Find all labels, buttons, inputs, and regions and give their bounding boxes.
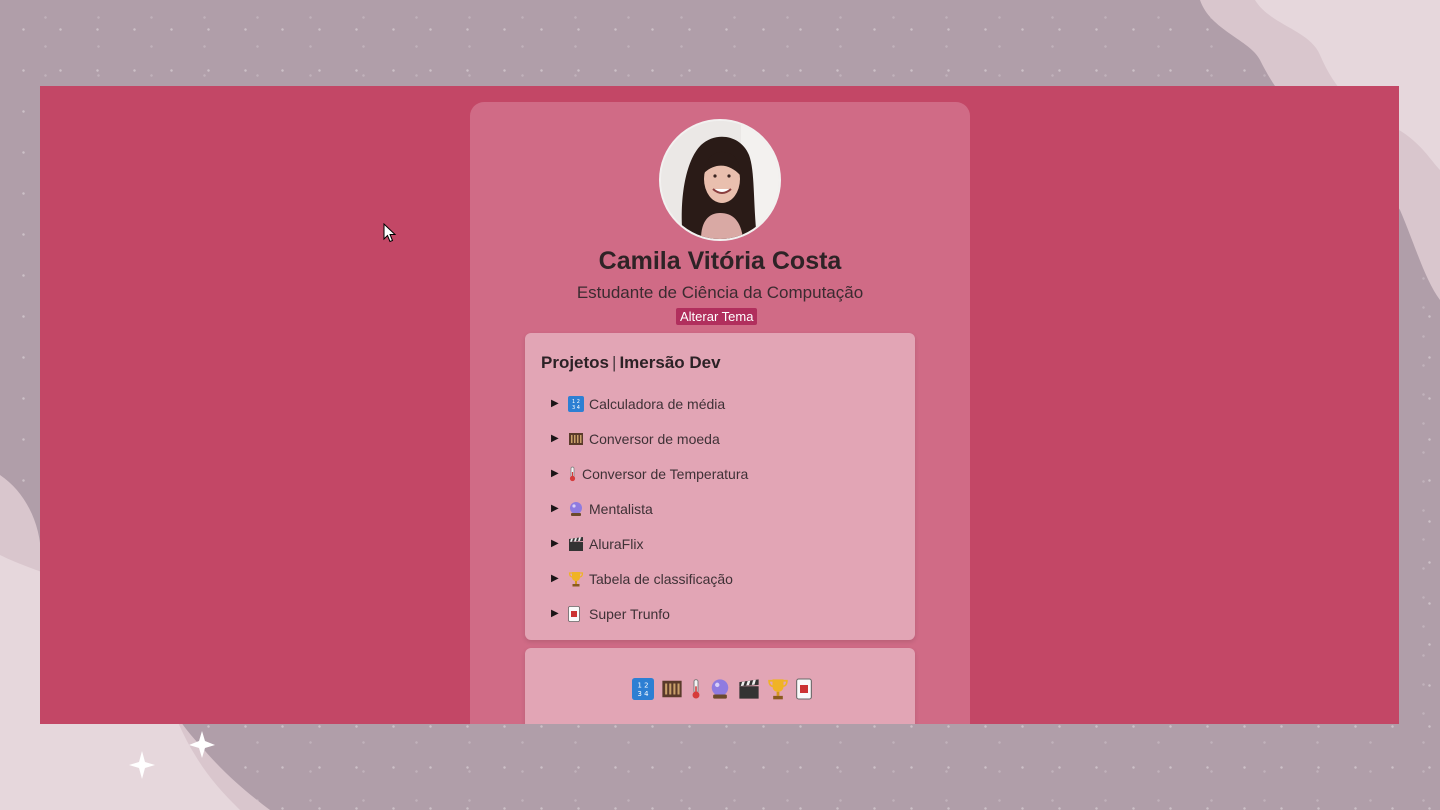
project-item-calculadora[interactable]: ▶ 1 23 4 Calculadora de média xyxy=(551,386,748,421)
expand-triangle-icon: ▶ xyxy=(551,573,559,584)
project-item-conversor-temperatura[interactable]: ▶ Conversor de Temperatura xyxy=(551,456,748,491)
trophy-icon[interactable] xyxy=(767,678,789,700)
expand-triangle-icon: ▶ xyxy=(551,503,559,514)
project-label: Tabela de classificação xyxy=(589,570,733,587)
svg-text:1 2: 1 2 xyxy=(638,682,649,690)
project-item-conversor-moeda[interactable]: ▶ Conversor de moeda xyxy=(551,421,748,456)
profile-role: Estudante de Ciência da Computação xyxy=(576,283,864,302)
expand-triangle-icon: ▶ xyxy=(551,468,559,479)
expand-triangle-icon: ▶ xyxy=(551,608,559,619)
svg-text:3 4: 3 4 xyxy=(638,690,649,698)
numbers-icon: 1 23 4 xyxy=(568,395,584,412)
browser-viewport: Camila Vitória Costa Estudante de Ciênci… xyxy=(40,86,1399,724)
numbers-icon[interactable]: 1 23 4 xyxy=(632,678,654,700)
project-item-aluraflix[interactable]: ▶ AluraFlix xyxy=(551,526,748,561)
project-label: Conversor de moeda xyxy=(589,430,720,447)
crystal-ball-icon xyxy=(568,501,584,517)
expand-triangle-icon: ▶ xyxy=(551,433,559,444)
profile-card: Camila Vitória Costa Estudante de Ciênci… xyxy=(470,102,970,724)
projects-panel: Projetos | Imersão Dev ▶ 1 23 4 Calculador… xyxy=(525,333,915,640)
avatar xyxy=(659,119,781,241)
projects-title-left: Projetos xyxy=(541,353,610,372)
expand-triangle-icon: ▶ xyxy=(551,398,559,409)
card-icon[interactable] xyxy=(796,678,812,700)
title-separator: | xyxy=(612,353,617,372)
project-item-tabela[interactable]: ▶ Tabela de classificação xyxy=(551,561,748,596)
svg-text:3 4: 3 4 xyxy=(572,405,580,411)
project-label: AluraFlix xyxy=(589,535,644,552)
projects-list: ▶ 1 23 4 Calculadora de média ▶ Converso… xyxy=(551,386,748,631)
change-theme-button[interactable]: Alterar Tema xyxy=(676,308,758,325)
mouse-cursor-icon xyxy=(383,223,397,243)
project-label: Conversor de Temperatura xyxy=(582,465,749,482)
project-label: Mentalista xyxy=(589,500,653,517)
project-item-mentalista[interactable]: ▶ Mentalista xyxy=(551,491,748,526)
profile-name: Camila Vitória Costa xyxy=(598,247,842,275)
project-label: Calculadora de média xyxy=(589,395,726,412)
project-label: Super Trunfo xyxy=(589,605,670,622)
trophy-icon xyxy=(568,571,584,587)
crystal-ball-icon[interactable] xyxy=(709,678,731,700)
icons-panel: 1 23 4 xyxy=(525,648,915,724)
abacus-icon[interactable] xyxy=(661,678,683,700)
card-icon xyxy=(568,605,584,622)
project-icons-row: 1 23 4 xyxy=(525,678,915,700)
projects-title-right: Imersão Dev xyxy=(619,353,721,372)
avatar-photo xyxy=(661,121,779,239)
clapper-board-icon[interactable] xyxy=(738,678,760,700)
clapper-board-icon xyxy=(568,536,584,552)
thermometer-icon xyxy=(568,466,577,482)
project-item-super-trunfo[interactable]: ▶ Super Trunfo xyxy=(551,596,748,631)
thermometer-icon[interactable] xyxy=(690,678,702,700)
expand-triangle-icon: ▶ xyxy=(551,538,559,549)
projects-title: Projetos | Imersão Dev xyxy=(541,353,721,373)
abacus-icon xyxy=(568,431,584,447)
